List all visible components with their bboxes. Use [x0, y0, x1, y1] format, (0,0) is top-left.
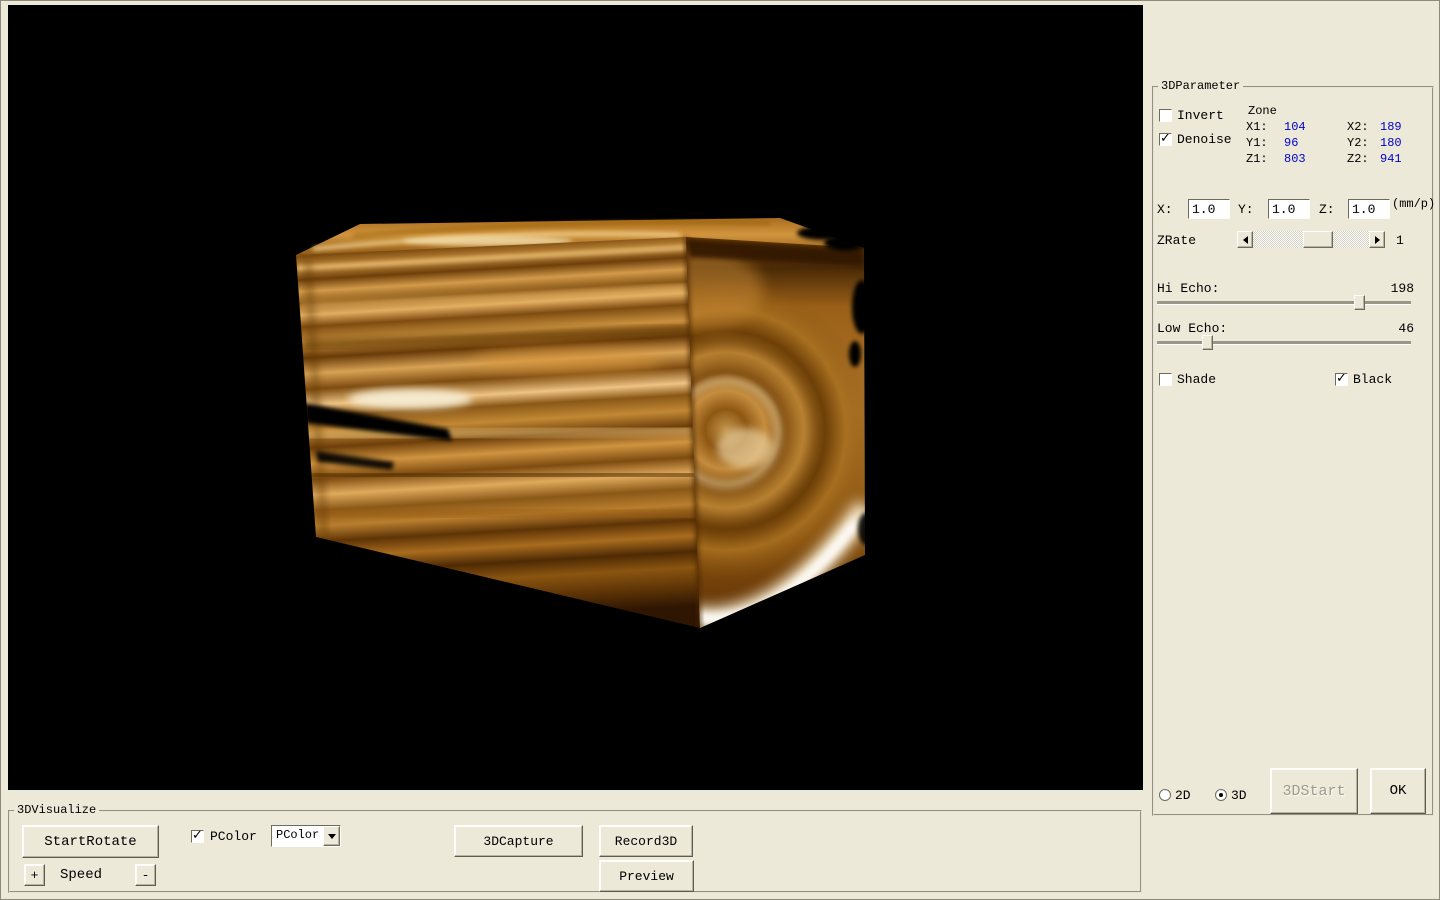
- scale-x-label: X:: [1157, 202, 1173, 217]
- zone-z1-label: Z1:: [1246, 152, 1268, 166]
- zone-y1-value: 96: [1284, 136, 1298, 150]
- zrate-scrollbar-thumb[interactable]: [1303, 231, 1333, 248]
- hi-echo-slider-thumb[interactable]: [1354, 295, 1365, 310]
- zone-z1-value: 803: [1284, 152, 1306, 166]
- black-label: Black: [1353, 372, 1392, 387]
- hi-echo-label: Hi Echo:: [1157, 281, 1219, 296]
- render-viewport[interactable]: [8, 5, 1143, 790]
- zone-y2-label: Y2:: [1347, 136, 1369, 150]
- chevron-down-icon: [328, 834, 336, 839]
- parameter-panel: 3DParameter Invert Denoise Zone X1: 104 …: [1152, 86, 1434, 816]
- shade-checkbox[interactable]: [1159, 373, 1172, 386]
- capture-3d-button[interactable]: 3DCapture: [454, 825, 583, 857]
- volume-render: [8, 5, 1143, 790]
- zone-z2-value: 941: [1380, 152, 1402, 166]
- denoise-label: Denoise: [1177, 132, 1232, 147]
- mode-3d-radio[interactable]: [1215, 789, 1227, 801]
- zrate-label: ZRate: [1157, 233, 1196, 248]
- zone-x1-value: 104: [1284, 120, 1306, 134]
- speed-minus-button[interactable]: -: [135, 864, 156, 886]
- zone-title: Zone: [1248, 104, 1277, 118]
- ok-button[interactable]: OK: [1370, 768, 1426, 814]
- zone-x2-value: 189: [1380, 120, 1402, 134]
- start3d-button[interactable]: 3DStart: [1270, 768, 1358, 814]
- zrate-scrollbar-track[interactable]: [1253, 231, 1369, 248]
- mode-2d-label: 2D: [1175, 788, 1191, 803]
- scale-y-label: Y:: [1238, 202, 1254, 217]
- mode-3d-label: 3D: [1231, 788, 1247, 803]
- denoise-checkbox[interactable]: [1159, 133, 1172, 146]
- zrate-scrollbar[interactable]: [1237, 231, 1385, 248]
- invert-label: Invert: [1177, 108, 1224, 123]
- scale-z-input[interactable]: [1348, 199, 1390, 219]
- right-arrow-icon: [1375, 236, 1380, 244]
- visualize-panel: 3DVisualize StartRotate PColor PColor 3D…: [8, 810, 1142, 893]
- zrate-right-arrow-button[interactable]: [1369, 231, 1385, 248]
- pcolor-combobox-arrow-button[interactable]: [323, 826, 340, 846]
- record-3d-button[interactable]: Record3D: [599, 825, 693, 857]
- start-rotate-button[interactable]: StartRotate: [22, 825, 159, 858]
- pcolor-combobox-value: PColor: [272, 826, 323, 846]
- black-checkbox[interactable]: [1335, 373, 1348, 386]
- hi-echo-slider-track[interactable]: [1157, 301, 1411, 304]
- scale-y-input[interactable]: [1268, 199, 1310, 219]
- parameter-panel-title: 3DParameter: [1158, 79, 1243, 93]
- low-echo-value: 46: [1334, 321, 1414, 336]
- low-echo-slider-track[interactable]: [1157, 341, 1411, 344]
- zone-y1-label: Y1:: [1246, 136, 1268, 150]
- scale-z-label: Z:: [1319, 202, 1335, 217]
- zrate-value: 1: [1396, 233, 1404, 248]
- scale-unit-label: (mm/p): [1392, 197, 1435, 211]
- visualize-panel-title: 3DVisualize: [14, 803, 99, 817]
- zone-x1-label: X1:: [1246, 120, 1268, 134]
- invert-checkbox[interactable]: [1159, 109, 1172, 122]
- pcolor-combobox[interactable]: PColor: [271, 825, 341, 847]
- low-echo-label: Low Echo:: [1157, 321, 1227, 336]
- scale-x-input[interactable]: [1188, 199, 1230, 219]
- speed-plus-button[interactable]: +: [24, 864, 45, 886]
- app-window: 3DParameter Invert Denoise Zone X1: 104 …: [0, 0, 1440, 900]
- zrate-left-arrow-button[interactable]: [1237, 231, 1253, 248]
- zone-x2-label: X2:: [1347, 120, 1369, 134]
- zone-y2-value: 180: [1380, 136, 1402, 150]
- hi-echo-value: 198: [1334, 281, 1414, 296]
- low-echo-slider-thumb[interactable]: [1202, 335, 1213, 350]
- preview-button[interactable]: Preview: [599, 860, 694, 892]
- pcolor-label: PColor: [210, 829, 257, 844]
- speed-label: Speed: [60, 868, 102, 883]
- pcolor-checkbox[interactable]: [191, 830, 204, 843]
- zone-z2-label: Z2:: [1347, 152, 1369, 166]
- mode-2d-radio[interactable]: [1159, 789, 1171, 801]
- left-arrow-icon: [1243, 236, 1248, 244]
- shade-label: Shade: [1177, 372, 1216, 387]
